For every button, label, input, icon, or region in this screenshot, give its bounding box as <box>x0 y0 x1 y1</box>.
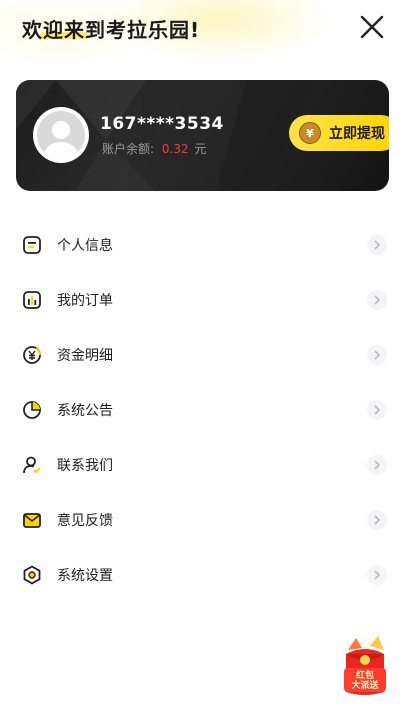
settings-menu: 个人信息 我的订单 资金明细 系统公告 联系我们 意见反馈 系统设置 <box>0 217 405 602</box>
account-card: 167****3534 账户余额: 0.32 元 ¥ 立即提现 <box>16 80 389 191</box>
phone-number: 167****3534 <box>100 114 224 134</box>
chevron-right-icon <box>367 289 387 310</box>
balance-unit: 元 <box>194 142 207 156</box>
menu-item-orders[interactable]: 我的订单 <box>0 272 405 327</box>
money-bag-icon: ¥ <box>299 122 321 144</box>
menu-item-feedback[interactable]: 意见反馈 <box>0 492 405 547</box>
chevron-right-icon <box>367 399 387 420</box>
menu-label: 个人信息 <box>57 237 113 254</box>
menu-label: 系统公告 <box>57 402 113 419</box>
balance-label: 账户余额: <box>102 142 155 156</box>
menu-item-profile[interactable]: 个人信息 <box>0 217 405 272</box>
yuan-coin-icon <box>23 345 41 364</box>
red-packet-promo-button[interactable]: 红包 大派送 <box>340 636 390 698</box>
withdraw-label: 立即提现 <box>329 126 385 142</box>
menu-label: 意见反馈 <box>57 512 113 529</box>
orders-chart-icon <box>23 290 41 309</box>
balance-amount: 0.32 <box>161 142 189 156</box>
contact-user-icon <box>23 456 41 473</box>
profile-card-icon <box>23 235 41 254</box>
menu-label: 资金明细 <box>57 347 113 364</box>
menu-item-contact[interactable]: 联系我们 <box>0 437 405 492</box>
avatar[interactable] <box>33 107 89 163</box>
red-packet-icon: 红包 大派送 <box>344 636 386 695</box>
menu-item-funds[interactable]: 资金明细 <box>0 327 405 382</box>
chevron-right-icon <box>367 564 387 585</box>
balance-row: 账户余额: 0.32 元 <box>102 140 206 157</box>
menu-label: 联系我们 <box>57 457 113 474</box>
close-button[interactable] <box>359 14 385 40</box>
menu-label: 系统设置 <box>57 567 113 584</box>
promo-line-1: 红包 <box>356 669 374 681</box>
chevron-right-icon <box>367 509 387 530</box>
default-user-icon <box>44 121 78 159</box>
menu-item-settings[interactable]: 系统设置 <box>0 547 405 602</box>
page-title: 欢迎来到考拉乐园! <box>22 18 201 42</box>
withdraw-button[interactable]: ¥ 立即提现 <box>289 115 389 151</box>
settings-hexagon-icon <box>23 564 41 585</box>
chevron-right-icon <box>367 234 387 255</box>
chevron-right-icon <box>367 454 387 475</box>
menu-item-announcement[interactable]: 系统公告 <box>0 382 405 437</box>
pie-announcement-icon <box>23 400 41 419</box>
promo-line-2: 大派送 <box>351 679 379 691</box>
menu-label: 我的订单 <box>57 292 113 309</box>
feedback-mail-icon <box>23 512 41 528</box>
close-icon <box>360 15 384 39</box>
chevron-right-icon <box>367 344 387 365</box>
